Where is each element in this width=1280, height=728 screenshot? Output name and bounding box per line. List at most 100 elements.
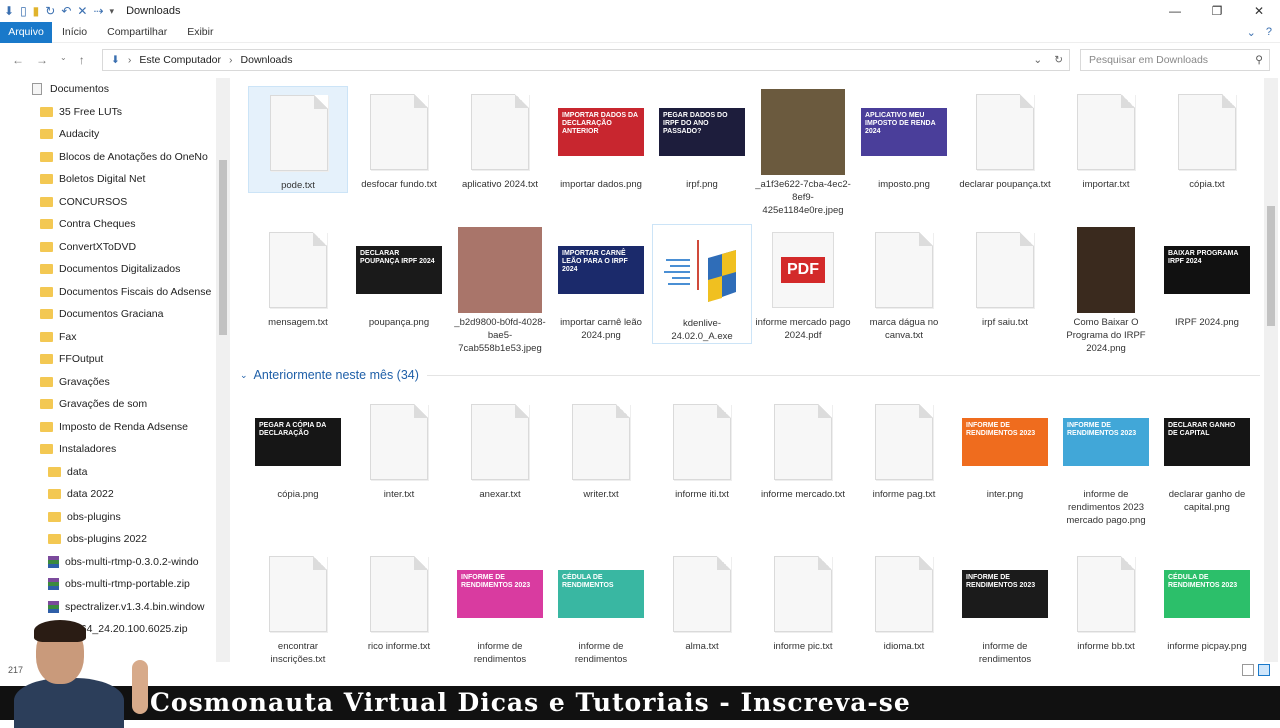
sidebar-scroll-thumb[interactable] <box>219 160 227 335</box>
undo-icon[interactable]: ↶ <box>61 4 71 18</box>
file-item[interactable]: alma.txt <box>652 548 752 653</box>
file-item[interactable]: marca dágua no canva.txt <box>854 224 954 342</box>
sidebar-item[interactable]: 35 Free LUTs <box>0 101 230 124</box>
redo-icon[interactable]: ↻ <box>45 4 55 18</box>
file-item[interactable]: informe pag.txt <box>854 396 954 501</box>
file-item[interactable]: idioma.txt <box>854 548 954 653</box>
file-item[interactable]: pode.txt <box>248 86 348 193</box>
tab-view[interactable]: Exibir <box>177 22 223 43</box>
help-icon[interactable]: ? <box>1266 26 1272 39</box>
file-item[interactable]: irpf saiu.txt <box>955 224 1055 329</box>
forward-arrow-icon[interactable]: → <box>36 53 48 67</box>
file-item[interactable]: DECLARAR POUPANÇA IRPF 2024 poupança.png <box>349 224 449 329</box>
content-scroll-thumb[interactable] <box>1267 206 1275 326</box>
maximize-button[interactable]: ❐ <box>1196 0 1238 22</box>
file-item[interactable]: BAIXAR PROGRAMA IRPF 2024 IRPF 2024.png <box>1157 224 1257 329</box>
back-arrow-icon[interactable]: ← <box>12 53 24 67</box>
file-item[interactable]: IMPORTAR CARNÊ LEÃO PARA O IRPF 2024 impo… <box>551 224 651 342</box>
search-icon[interactable]: ⚲ <box>1255 54 1263 66</box>
sidebar-item[interactable]: Blocos de Anotações do OneNo <box>0 146 230 169</box>
sidebar-item[interactable]: obs-plugins <box>0 506 230 529</box>
search-input[interactable]: Pesquisar em Downloads ⚲ <box>1080 49 1270 71</box>
file-item[interactable]: PEGAR DADOS DO IRPF DO ANO PASSADO? irpf.… <box>652 86 752 191</box>
file-item[interactable]: informe iti.txt <box>652 396 752 501</box>
sidebar-scrollbar[interactable] <box>216 78 230 662</box>
recent-dropdown-icon[interactable]: ⌄ <box>60 53 67 67</box>
file-item[interactable]: CÉDULA DE RENDIMENTOS 2023 informe picpay… <box>1157 548 1257 653</box>
sidebar-item[interactable]: Documentos Digitalizados <box>0 258 230 281</box>
file-item[interactable]: declarar poupança.txt <box>955 86 1055 191</box>
file-item[interactable]: CÉDULA DE RENDIMENTOS informe de rendimen… <box>551 548 651 666</box>
file-item[interactable]: IMPORTAR DADOS DA DECLARAÇÃO ANTERIOR imp… <box>551 86 651 191</box>
tab-share[interactable]: Compartilhar <box>97 22 177 43</box>
content-scrollbar[interactable] <box>1264 78 1278 662</box>
close-button[interactable]: ✕ <box>1238 0 1280 22</box>
sidebar-item[interactable]: Fax <box>0 326 230 349</box>
sidebar-item[interactable]: Contra Cheques <box>0 213 230 236</box>
file-item[interactable]: mensagem.txt <box>248 224 348 329</box>
file-item[interactable]: encontrar inscrições.txt <box>248 548 348 666</box>
sidebar-item[interactable]: Imposto de Renda Adsense <box>0 416 230 439</box>
sidebar-item[interactable]: Documentos Graciana <box>0 303 230 326</box>
new-file-icon[interactable]: ▯ <box>20 4 27 18</box>
address-dropdown-icon[interactable]: ⌄ <box>1033 54 1042 66</box>
file-item[interactable]: informe bb.txt <box>1056 548 1156 653</box>
sidebar-item[interactable]: obs-multi-rtmp-portable.zip <box>0 573 230 596</box>
sidebar-item[interactable]: Documentos Fiscais do Adsense <box>0 281 230 304</box>
sidebar-item[interactable]: FFOutput <box>0 348 230 371</box>
tab-home[interactable]: Início <box>52 22 97 43</box>
file-item[interactable]: importar.txt <box>1056 86 1156 191</box>
folder-icon[interactable]: ▮ <box>33 4 40 18</box>
sidebar-item[interactable]: Boletos Digital Net <box>0 168 230 191</box>
breadcrumb-this-pc[interactable]: Este Computador <box>139 54 221 66</box>
sidebar-item[interactable]: Gravações <box>0 371 230 394</box>
file-item[interactable]: INFORME DE RENDIMENTOS 2023 informe de re… <box>1056 396 1156 527</box>
sidebar-item[interactable]: CONCURSOS <box>0 191 230 214</box>
file-item[interactable]: INFORME DE RENDIMENTOS 2023 informe de re… <box>955 548 1055 666</box>
customize-dropdown-icon[interactable]: ▾ <box>110 6 115 17</box>
file-item[interactable]: kdenlive-24.02.0_A.exe <box>652 224 752 344</box>
file-item[interactable]: inter.txt <box>349 396 449 501</box>
download-icon[interactable]: ⬇ <box>4 4 14 18</box>
sidebar-item[interactable]: ConvertXToDVD <box>0 236 230 259</box>
file-item[interactable]: PDF informe mercado pago 2024.pdf <box>753 224 853 342</box>
large-icons-view-icon[interactable] <box>1258 664 1270 676</box>
file-item[interactable]: APLICATIVO MEU IMPOSTO DE RENDA 2024 impo… <box>854 86 954 191</box>
expand-ribbon-icon[interactable]: ⌄ <box>1247 26 1256 39</box>
sidebar-item[interactable]: Audacity <box>0 123 230 146</box>
sidebar-item[interactable]: obs-multi-rtmp-0.3.0.2-windo <box>0 551 230 574</box>
sidebar-item[interactable]: Documentos <box>0 78 230 101</box>
minimize-button[interactable]: — <box>1154 0 1196 22</box>
chevron-down-icon[interactable]: ⌄ <box>240 370 248 381</box>
refresh-icon[interactable]: ↻ <box>1054 54 1063 66</box>
rename-icon[interactable]: ⇢ <box>93 4 103 18</box>
file-item[interactable]: writer.txt <box>551 396 651 501</box>
file-item[interactable]: _a1f3e622-7cba-4ec2-8ef9-425e1184e0re.jp… <box>753 86 853 217</box>
delete-icon[interactable]: ✕ <box>77 4 87 18</box>
file-item[interactable]: INFORME DE RENDIMENTOS 2023 informe de re… <box>450 548 550 666</box>
file-item[interactable]: desfocar fundo.txt <box>349 86 449 191</box>
sidebar-item[interactable]: data 2022 <box>0 483 230 506</box>
file-item[interactable]: PEGAR A CÓPIA DA DECLARAÇÃO cópia.png <box>248 396 348 501</box>
file-item[interactable]: INFORME DE RENDIMENTOS 2023 inter.png <box>955 396 1055 501</box>
sidebar-item[interactable]: data <box>0 461 230 484</box>
file-item[interactable]: rico informe.txt <box>349 548 449 653</box>
breadcrumb-downloads[interactable]: Downloads <box>241 54 293 66</box>
file-item[interactable]: anexar.txt <box>450 396 550 501</box>
file-item[interactable]: Como Baixar O Programa do IRPF 2024.png <box>1056 224 1156 355</box>
file-item[interactable]: _b2d9800-b0fd-4028-bae5-7cab558b1e53.jpe… <box>450 224 550 355</box>
up-arrow-icon[interactable]: ↑ <box>79 53 85 67</box>
file-item[interactable]: DECLARAR GANHO DE CAPITAL declarar ganho … <box>1157 396 1257 514</box>
details-view-icon[interactable] <box>1242 664 1254 676</box>
file-item[interactable]: cópia.txt <box>1157 86 1257 191</box>
file-item[interactable]: informe mercado.txt <box>753 396 853 501</box>
address-input[interactable]: ⬇ › Este Computador › Downloads ⌄ ↻ <box>102 49 1070 71</box>
sidebar-item[interactable]: Instaladores <box>0 438 230 461</box>
tab-file[interactable]: Arquivo <box>0 21 52 43</box>
file-item[interactable]: informe pic.txt <box>753 548 853 653</box>
group-header[interactable]: ⌄ Anteriormente neste mês (34) <box>240 365 1260 385</box>
file-item[interactable]: aplicativo 2024.txt <box>450 86 550 191</box>
sidebar-item[interactable]: spectralizer.v1.3.4.bin.window <box>0 596 230 619</box>
sidebar-item[interactable]: obs-plugins 2022 <box>0 528 230 551</box>
sidebar-item[interactable]: Gravações de som <box>0 393 230 416</box>
